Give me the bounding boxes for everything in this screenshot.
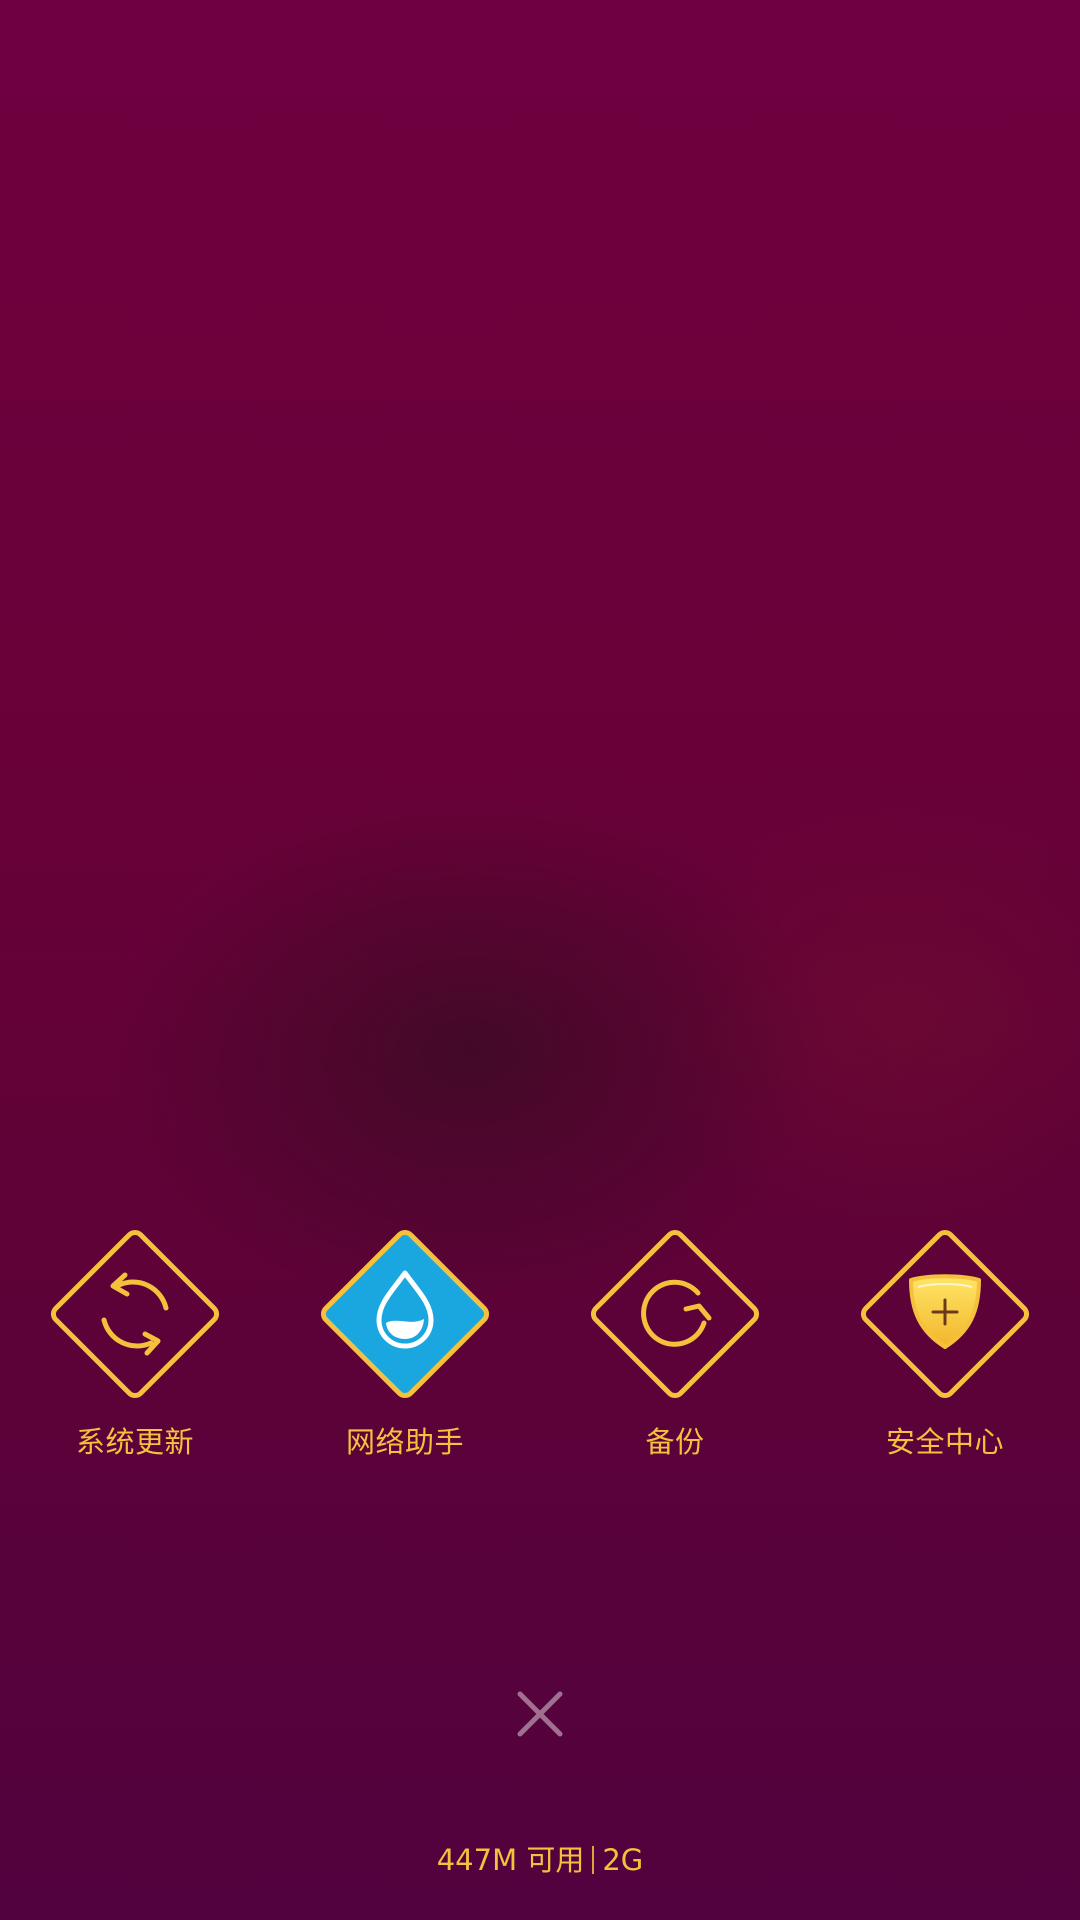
app-network-assistant[interactable]: 网络助手 bbox=[285, 1218, 525, 1468]
app-label: 系统更新 bbox=[75, 1425, 194, 1459]
memory-divider bbox=[592, 1846, 595, 1874]
app-label: 网络助手 bbox=[345, 1425, 464, 1459]
app-label: 安全中心 bbox=[885, 1425, 1004, 1459]
memory-total: 2G bbox=[602, 1843, 644, 1877]
close-icon bbox=[517, 1691, 563, 1737]
quick-apps-row: 系统更新 网络助手 备份 安全中心 bbox=[0, 1218, 1080, 1468]
app-backup[interactable]: 备份 bbox=[555, 1218, 795, 1468]
app-security-center[interactable]: 安全中心 bbox=[825, 1218, 1065, 1468]
shield-plus-icon bbox=[860, 1229, 1030, 1399]
refresh-arrows-icon bbox=[50, 1229, 220, 1399]
memory-available: 447M 可用 bbox=[436, 1843, 585, 1877]
circular-arrow-icon bbox=[590, 1229, 760, 1399]
app-label: 备份 bbox=[645, 1425, 705, 1459]
app-system-update[interactable]: 系统更新 bbox=[15, 1218, 255, 1468]
water-drop-icon bbox=[320, 1229, 490, 1399]
recents-screen: 系统更新 网络助手 备份 安全中心 447M 可用 2G bbox=[0, 0, 1080, 1920]
memory-status: 447M 可用 2G bbox=[0, 1840, 1080, 1880]
close-button[interactable] bbox=[510, 1684, 570, 1744]
